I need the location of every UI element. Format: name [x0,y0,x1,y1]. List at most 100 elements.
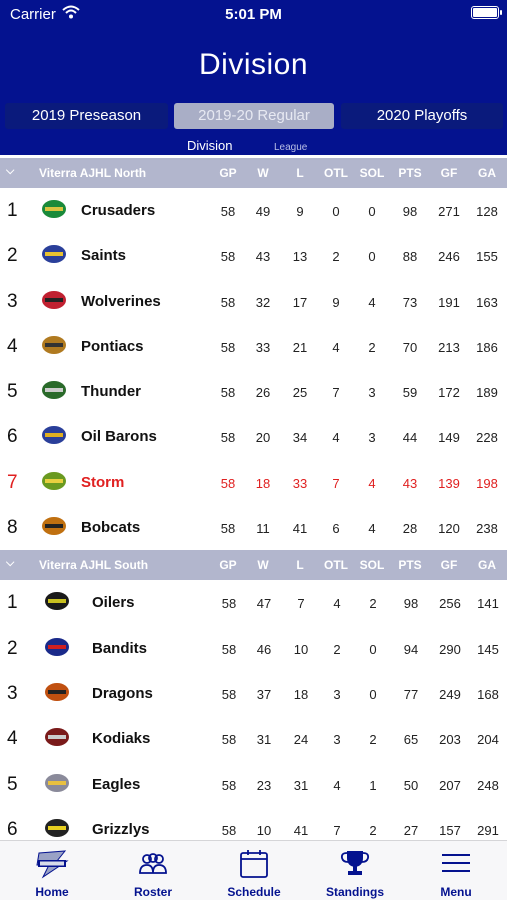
standings-row[interactable]: 5 Thunder 58 26 25 7 3 59 172 189 [0,369,507,414]
team-name: Grizzlys [92,820,150,838]
standings-row[interactable]: 6 Oil Barons 58 20 34 4 3 44 149 228 [0,414,507,459]
standings-row[interactable]: 1 Crusaders 58 49 9 0 0 98 271 128 [0,188,507,233]
team-rank: 4 [7,728,18,750]
stat-l: 13 [292,249,308,265]
stat-pts: 50 [403,777,419,793]
chevron-down-icon: ⌵ [6,557,15,570]
stat-gf: 139 [438,475,460,491]
stat-sol: 1 [369,777,377,793]
team-rank: 6 [7,818,18,840]
division-header[interactable]: ⌵ Viterra AJHL North GP W L OTL SOL PTS GF GA [0,158,507,188]
column-header-ga: GA [478,558,496,573]
tab-schedule[interactable]: Schedule [204,841,304,900]
stat-w: 20 [255,430,271,446]
stat-sol: 2 [369,822,377,838]
standings-row[interactable]: 3 Wolverines 58 32 17 9 4 73 191 163 [0,279,507,324]
stat-otl: 7 [332,475,340,491]
stat-otl: 2 [333,641,341,657]
team-name: Oilers [92,594,135,612]
subtab-division[interactable]: Division [187,138,233,153]
standings-row[interactable]: 7 Storm 58 18 33 7 4 43 139 198 [0,460,507,505]
stat-w: 18 [255,475,271,491]
standings-row[interactable]: 6 Grizzlys 58 10 41 7 2 27 157 291 [0,807,507,840]
stat-l: 34 [292,430,308,446]
division-name: Viterra AJHL South [39,558,149,573]
standings-row[interactable]: 3 Dragons 58 37 18 3 0 77 249 168 [0,671,507,716]
stat-pts: 28 [402,521,418,537]
stat-l: 21 [292,339,308,355]
stat-sol: 4 [368,475,376,491]
stat-l: 17 [292,294,308,310]
tab-standings-label: Standings [325,885,384,899]
stat-pts: 73 [402,294,418,310]
column-header-gp: GP [219,166,237,180]
stat-gp: 58 [221,732,237,748]
standings-row[interactable]: 2 Bandits 58 46 10 2 0 94 290 145 [0,626,507,671]
tab-standings[interactable]: Standings [305,841,405,900]
column-header-pts: PTS [398,166,422,180]
tab-home-label: Home [35,885,69,899]
stat-ga: 141 [477,596,499,612]
standings-row[interactable]: 8 Bobcats 58 11 41 6 4 28 120 238 [0,505,507,550]
kodiaks-logo-icon [45,728,69,747]
stat-pts: 98 [402,204,418,219]
stat-sol: 0 [369,686,377,702]
stat-l: 31 [293,777,309,793]
stat-gp: 58 [220,430,236,446]
stat-pts: 88 [402,249,418,265]
tab-home[interactable]: Home [2,841,102,900]
pontiacs-logo-icon [42,335,66,354]
division-name: Viterra AJHL North [39,166,147,180]
team-rank: 4 [7,335,18,357]
standings-row[interactable]: 5 Eagles 58 23 31 4 1 50 207 248 [0,762,507,807]
team-name: Kodiaks [92,730,151,748]
grizzlys-logo-icon [45,818,69,837]
standings-list[interactable]: ⌵ Viterra AJHL North GP W L OTL SOL PTS GF GA 1 Cru… [0,158,507,840]
stat-sol: 3 [368,430,376,446]
stat-w: 23 [256,777,272,793]
stat-gf: 191 [438,294,460,310]
stat-ga: 128 [476,204,498,219]
dragons-logo-icon [45,682,69,701]
stat-w: 33 [255,339,271,355]
standings-row[interactable]: 4 Pontiacs 58 33 21 4 2 70 213 186 [0,324,507,369]
team-name: Eagles [92,775,141,793]
stat-gf: 246 [438,249,460,265]
team-rank: 7 [7,471,18,493]
stat-gp: 58 [220,475,236,491]
stat-l: 7 [297,596,305,612]
stat-otl: 7 [333,822,341,838]
stat-ga: 204 [477,732,499,748]
stat-gp: 58 [220,521,236,537]
page-title: Division [198,48,309,81]
thunder-logo-icon [42,381,66,400]
tab-schedule-label: Schedule [227,885,281,899]
season-tab-2019-preseason[interactable]: 2019 Preseason [5,103,168,129]
stat-w: 26 [255,385,271,401]
standings-row[interactable]: 1 Oilers 58 47 7 4 2 98 256 141 [0,580,507,625]
tab-menu[interactable]: Menu [406,841,506,900]
column-header-gf: GF [440,166,458,180]
battery-icon [471,6,502,19]
stat-pts: 94 [403,641,419,657]
division-header[interactable]: ⌵ Viterra AJHL South GP W L OTL SOL PTS GF GA [0,550,507,581]
stat-l: 24 [293,732,309,748]
stat-otl: 9 [332,294,340,310]
standings-row[interactable]: 4 Kodiaks 58 31 24 3 2 65 203 204 [0,716,507,761]
oilers-logo-icon [45,592,69,611]
stat-w: 11 [256,521,270,537]
tab-roster[interactable]: Roster [103,841,203,900]
calendar-icon [240,850,268,878]
stat-ga: 186 [476,339,498,355]
season-tab-2019-20-regular[interactable]: 2019-20 Regular [174,103,334,129]
stat-l: 10 [293,641,309,657]
subtab-league[interactable]: League [274,142,307,153]
standings-row[interactable]: 2 Saints 58 43 13 2 0 88 246 155 [0,233,507,278]
team-rank: 2 [7,637,18,659]
season-tab-2020-playoffs[interactable]: 2020 Playoffs [341,103,503,129]
stat-w: 47 [256,596,272,612]
stat-otl: 4 [333,596,341,612]
bobcats-logo-icon [42,517,66,536]
trophy-icon [340,851,370,875]
stat-pts: 27 [403,822,419,838]
